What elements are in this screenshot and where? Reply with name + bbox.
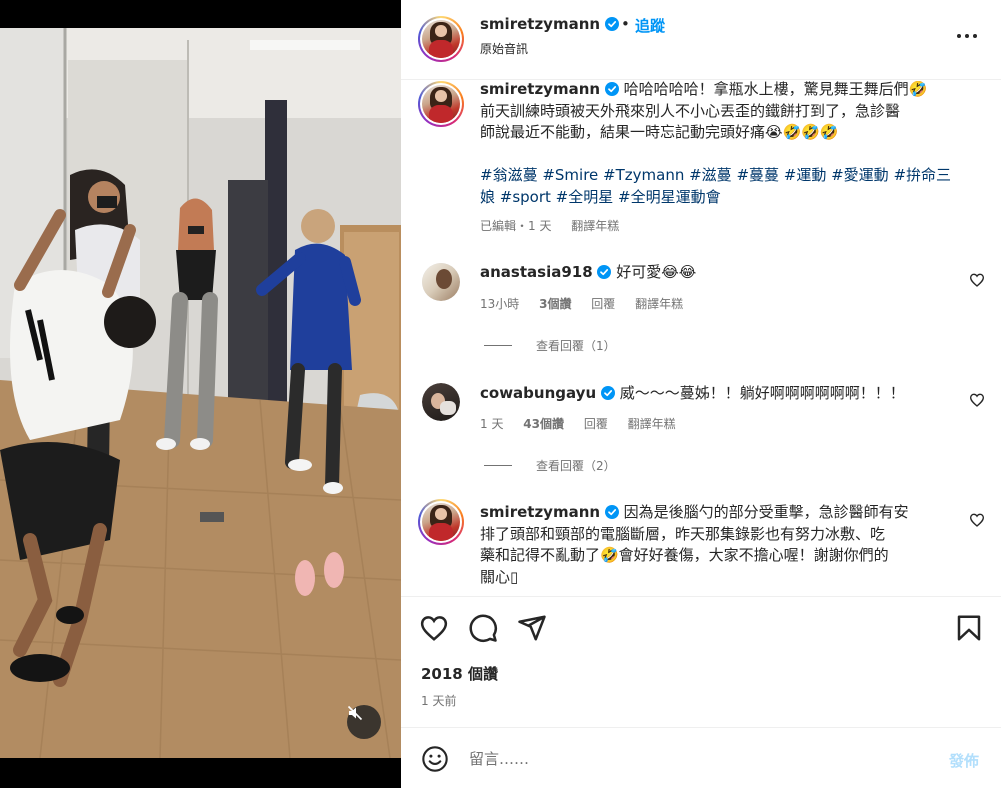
post-actions: 2018 個讚 1 天前	[401, 596, 1001, 726]
comment-time: 13小時	[480, 297, 520, 311]
author-avatar[interactable]	[418, 16, 464, 62]
comment-body: 藥和記得不亂動了🤣會好好養傷，大家不擔心喔！謝謝你們的	[480, 546, 889, 564]
reply-button[interactable]: 回覆	[591, 297, 615, 311]
commenter-username[interactable]: smiretzymann	[480, 503, 600, 521]
like-comment-heart-icon[interactable]	[969, 272, 985, 288]
comments-list[interactable]: smiretzymann 哈哈哈哈哈！拿瓶水上樓，驚見舞王舞后們🤣 前天訓練時頭…	[401, 81, 1001, 596]
video-frame	[0, 0, 401, 788]
comment-body: 排了頭部和頸部的電腦斷層，昨天那集錄影也有努力冰敷、吃	[480, 524, 886, 543]
follow-button[interactable]: 追蹤	[635, 15, 665, 36]
more-options-icon[interactable]	[955, 26, 979, 46]
caption-line: 哈哈哈哈哈！拿瓶水上樓，驚見舞王舞后們🤣	[623, 81, 928, 98]
reply-button[interactable]: 回覆	[584, 417, 608, 431]
like-comment-heart-icon[interactable]	[969, 392, 985, 408]
comment-meta: 1 天 43個讚 回覆 翻譯年糕	[480, 415, 692, 432]
comment-text: smiretzymann 因為是後腦勺的部分受重擊，急診醫師有安 排了頭部和頸部…	[480, 502, 960, 588]
author-username-text[interactable]: smiretzymann	[480, 15, 600, 33]
caption-hashtags[interactable]: #翁滋蔓 #Smire #Tzymann #滋蔓 #蔓蔓 #運動 #愛運動 #拚…	[480, 165, 980, 187]
comment-body: 好可愛😂😂	[616, 263, 697, 281]
post-details-panel: smiretzymann • 追蹤 原始音訊 smiretzymann 哈哈哈哈…	[401, 0, 1001, 788]
commenter-username[interactable]: cowabungayu	[480, 384, 596, 402]
speaker-muted-icon	[347, 705, 363, 721]
verified-badge-icon	[604, 505, 619, 519]
comment-input[interactable]	[469, 746, 929, 772]
verified-badge-icon	[600, 386, 615, 400]
share-send-icon[interactable]	[517, 613, 547, 643]
commenter-avatar[interactable]	[418, 499, 464, 545]
translate-button[interactable]: 翻譯年糕	[571, 219, 619, 233]
like-comment-heart-icon[interactable]	[969, 512, 985, 528]
save-bookmark-icon[interactable]	[954, 613, 984, 643]
comment-time: 1 天	[480, 417, 504, 431]
post-header: smiretzymann • 追蹤 原始音訊	[401, 0, 1001, 80]
replies-divider	[484, 465, 512, 466]
caption-author-avatar[interactable]	[418, 81, 464, 127]
comment-likes[interactable]: 3個讚	[539, 297, 571, 311]
comment-body: 關心▯	[480, 567, 519, 586]
caption-edited-time: 已編輯・1 天	[480, 219, 552, 233]
comment-likes[interactable]: 43個讚	[523, 417, 564, 431]
view-replies-label[interactable]: 查看回覆（2）	[536, 459, 616, 473]
comment-meta: 13小時 3個讚 回覆 翻譯年糕	[480, 295, 699, 312]
post-comment-button[interactable]: 發佈	[949, 750, 979, 771]
view-replies-button[interactable]: 查看回覆（2）	[484, 457, 616, 474]
likes-count[interactable]: 2018 個讚	[421, 663, 498, 684]
separator-dot: •	[621, 15, 630, 33]
caption-text: smiretzymann 哈哈哈哈哈！拿瓶水上樓，驚見舞王舞后們🤣 前天訓練時頭…	[480, 81, 980, 208]
comment-body: 因為是後腦勺的部分受重擊，急診醫師有安	[623, 503, 909, 521]
view-replies-label[interactable]: 查看回覆（1）	[536, 339, 616, 353]
comment-text: cowabungayu 威～～～蔓姊！！躺好啊啊啊啊啊啊！！！	[480, 383, 950, 405]
like-heart-icon[interactable]	[419, 613, 449, 643]
commenter-username[interactable]: anastasia918	[480, 263, 593, 281]
translate-button[interactable]: 翻譯年糕	[628, 417, 676, 431]
verified-badge-icon	[597, 265, 612, 279]
caption-hashtags[interactable]: 娘 #sport #全明星 #全明星運動會	[480, 187, 980, 209]
commenter-avatar[interactable]	[422, 263, 460, 301]
comment-bubble-icon[interactable]	[468, 613, 498, 643]
instagram-post-modal: smiretzymann • 追蹤 原始音訊 smiretzymann 哈哈哈哈…	[0, 0, 1001, 788]
comment-body: 威～～～蔓姊！！躺好啊啊啊啊啊啊！！！	[619, 384, 905, 402]
caption-line: 師說最近不能動，結果一時忘記動完頭好痛😭🤣🤣🤣	[480, 123, 839, 141]
emoji-smiley-icon[interactable]	[421, 745, 449, 773]
caption-meta: 已編輯・1 天 翻譯年糕	[480, 217, 635, 234]
post-time: 1 天前	[421, 694, 457, 708]
comment-composer: 發佈	[401, 727, 1001, 788]
original-audio-link[interactable]: 原始音訊	[480, 40, 528, 57]
post-video[interactable]	[0, 0, 401, 788]
translate-button[interactable]: 翻譯年糕	[635, 297, 683, 311]
replies-divider	[484, 345, 512, 346]
caption-username[interactable]: smiretzymann	[480, 81, 600, 98]
view-replies-button[interactable]: 查看回覆（1）	[484, 337, 616, 354]
verified-badge-icon	[605, 17, 620, 31]
author-username[interactable]: smiretzymann	[480, 15, 620, 33]
verified-badge-icon	[604, 82, 619, 96]
commenter-avatar[interactable]	[422, 383, 460, 421]
caption-line: 前天訓練時頭被天外飛來別人不小心丟歪的鐵餅打到了，急診醫	[480, 101, 901, 120]
mute-toggle-button[interactable]	[347, 705, 381, 739]
comment-text: anastasia918 好可愛😂😂	[480, 262, 940, 284]
